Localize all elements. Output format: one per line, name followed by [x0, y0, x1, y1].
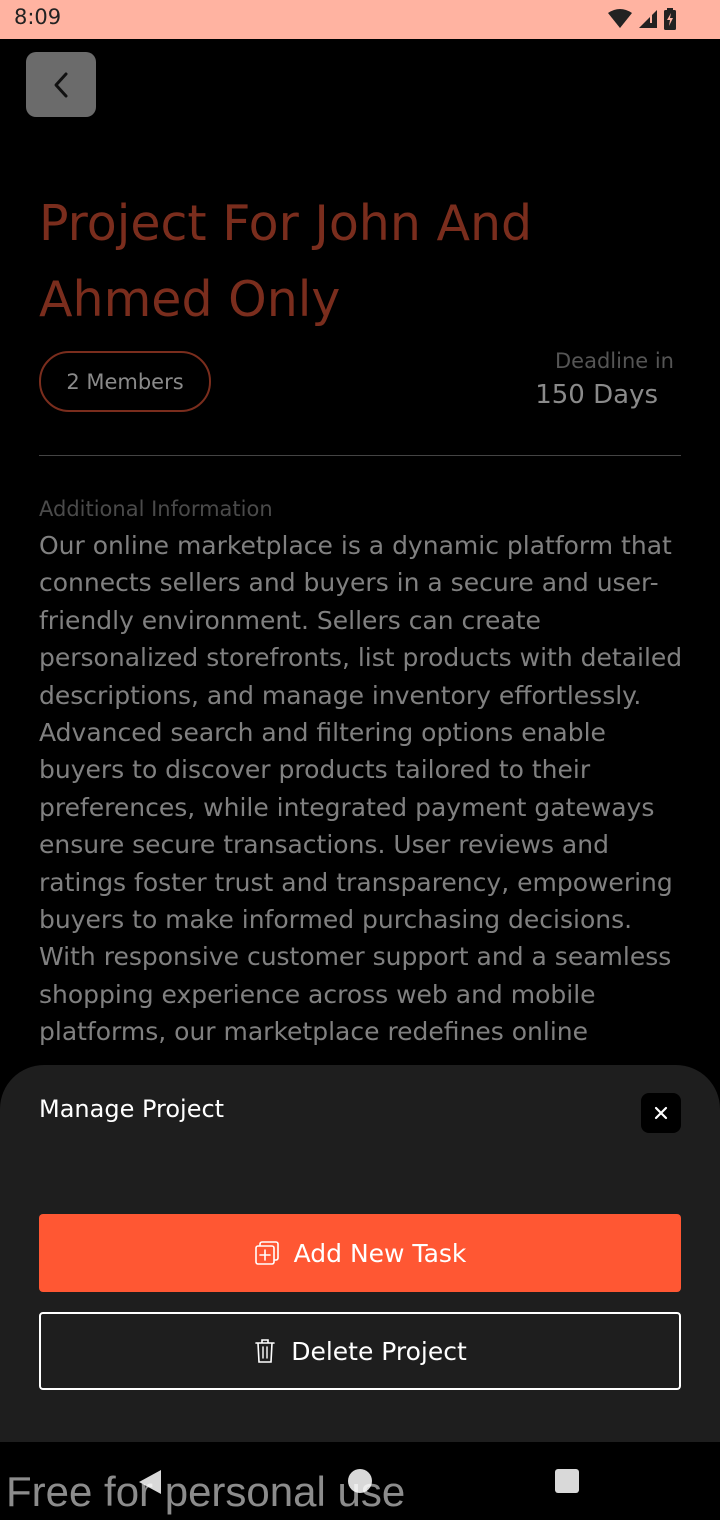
status-bar: 8:09 [0, 0, 720, 39]
delete-project-button[interactable]: Delete Project [39, 1312, 681, 1390]
additional-info-text: Our online marketplace is a dynamic plat… [39, 531, 683, 1047]
delete-project-label: Delete Project [291, 1336, 467, 1366]
additional-info-label: Additional Information [39, 497, 273, 521]
add-task-label: Add New Task [293, 1238, 467, 1268]
chevron-left-icon [54, 72, 68, 97]
back-button[interactable] [26, 52, 96, 117]
trash-icon [255, 1339, 275, 1363]
members-badge[interactable]: 2 Members [39, 351, 211, 412]
deadline-label: Deadline in [554, 349, 674, 373]
add-new-task-button[interactable]: Add New Task [39, 1214, 681, 1292]
deadline-value: 150 Days [535, 380, 658, 410]
manage-project-sheet: Manage Project Add New Task Delete Proje… [0, 1065, 720, 1442]
close-icon [654, 1106, 668, 1120]
status-time: 8:09 [14, 5, 62, 29]
signal-icon [639, 10, 657, 28]
watermark: Free for personal use [6, 1468, 406, 1515]
battery-icon [664, 8, 676, 30]
divider [39, 455, 681, 456]
status-icons [608, 7, 676, 31]
add-task-icon [254, 1241, 279, 1265]
close-button[interactable] [641, 1093, 681, 1133]
wifi-icon [608, 9, 632, 28]
nav-recents-icon[interactable] [555, 1469, 579, 1493]
screen: 8:09 Project For John And Ahmed Only 2 M… [0, 0, 720, 1520]
project-title: Project For John And Ahmed Only [39, 195, 533, 328]
sheet-title: Manage Project [39, 1095, 225, 1123]
